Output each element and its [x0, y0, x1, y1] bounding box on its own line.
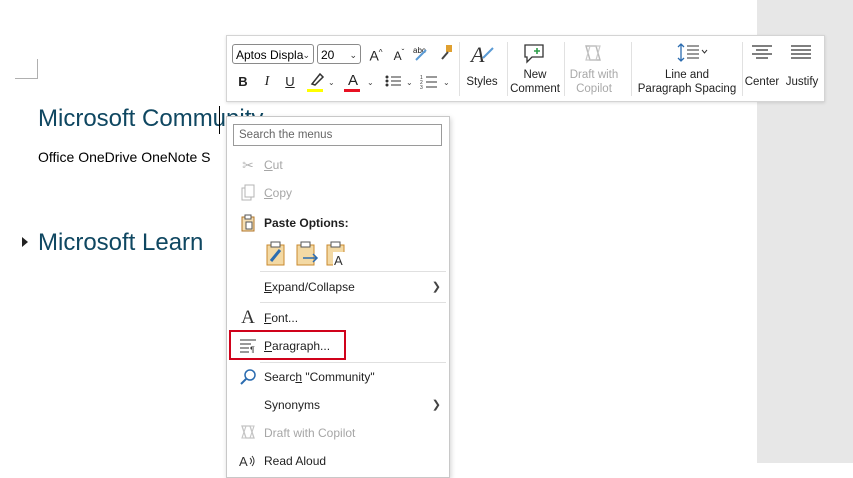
new-comment-label-line1: New [523, 69, 547, 81]
grow-font-icon[interactable]: A^ [366, 44, 386, 65]
menu-item-draft-copilot: Draft with Copilot [227, 421, 449, 445]
styles-label[interactable]: Styles [463, 75, 501, 89]
center-label[interactable]: Center [742, 75, 782, 89]
paragraph-highlight-box [229, 330, 346, 360]
menu-item-synonyms[interactable]: Synonyms ❯ [227, 393, 449, 417]
menu-item-paste-options: Paste Options: [227, 211, 449, 235]
menu-item-read-aloud[interactable]: A Read Aloud [227, 449, 449, 473]
chevron-down-icon[interactable]: ⌄ [406, 78, 413, 87]
styles-icon[interactable]: A [467, 42, 497, 68]
highlight-color-swatch [307, 89, 323, 92]
draft-with-copilot-label: Draft with Copilot [565, 68, 623, 96]
doc-body-line[interactable]: Office OneDrive OneNote S [38, 149, 210, 165]
menu-item-cut: ✂ Cut [227, 153, 449, 177]
menu-divider [260, 362, 446, 363]
bold-button[interactable]: B [235, 73, 251, 91]
page-corner-mark-h [15, 78, 38, 79]
mini-toolbar: Aptos Displa ⌄ 20 ⌄ A^ Aˇ abc B I U ⌄ A … [226, 35, 825, 102]
svg-text:A: A [469, 42, 485, 67]
copy-icon [239, 184, 257, 202]
copilot-icon [239, 424, 257, 442]
align-center-icon[interactable] [749, 44, 775, 64]
menu-item-search-community[interactable]: Search "Community" [227, 365, 449, 389]
font-icon: A [241, 307, 255, 328]
menu-item-cut-label: Cut [264, 158, 283, 172]
svg-text:A: A [239, 454, 248, 468]
menu-item-font-label: Font... [264, 311, 299, 325]
menu-divider [260, 302, 446, 303]
doc-heading-learn[interactable]: Microsoft Learn [38, 229, 203, 257]
font-size-dropdown[interactable]: 20 ⌄ [317, 44, 361, 64]
paste-keep-source-formatting-icon[interactable] [265, 241, 287, 267]
justify-icon[interactable] [788, 44, 814, 64]
svg-text:A: A [334, 253, 343, 267]
line-spacing-line1: Line and [664, 69, 710, 81]
text-cursor [219, 106, 220, 134]
search-menus-placeholder: Search the menus [239, 129, 333, 141]
paste-merge-formatting-icon[interactable] [295, 241, 319, 267]
svg-text:3: 3 [420, 85, 423, 89]
menu-item-expand-collapse[interactable]: Expand/Collapse ❯ [227, 275, 449, 299]
scissors-icon: ✂ [242, 157, 254, 173]
copilot-icon [580, 42, 606, 66]
paste-options-label: Paste Options: [264, 216, 349, 230]
chevron-down-icon[interactable]: ⌄ [328, 78, 335, 87]
read-aloud-icon: A [239, 452, 257, 470]
menu-item-copy-label: Copy [264, 186, 293, 200]
chevron-down-icon[interactable]: ⌄ [367, 78, 374, 87]
page-corner-mark [37, 59, 38, 79]
format-painter-icon[interactable] [436, 43, 456, 65]
chevron-down-icon: ⌄ [349, 50, 357, 60]
font-color-swatch [344, 89, 360, 92]
draft-copilot-line1: Draft with [569, 69, 619, 81]
draft-copilot-line2: Copilot [576, 83, 612, 95]
shrink-font-icon[interactable]: Aˇ [389, 44, 409, 65]
justify-label[interactable]: Justify [783, 75, 821, 89]
numbering-icon[interactable]: 123 [419, 73, 439, 93]
submenu-arrow-icon: ❯ [431, 399, 441, 411]
search-menus-input[interactable]: Search the menus [233, 124, 442, 146]
clipboard-icon [239, 214, 257, 232]
chevron-down-icon: ⌄ [302, 50, 310, 60]
menu-item-read-aloud-label: Read Aloud [264, 454, 327, 468]
menu-item-synonyms-label: Synonyms [264, 398, 321, 412]
menu-item-font[interactable]: A Font... [227, 306, 449, 330]
paste-keep-text-only-icon[interactable]: A [325, 241, 347, 268]
menu-item-search-label: Search "Community" [264, 370, 375, 384]
underline-button[interactable]: U [282, 73, 298, 91]
toolbar-separator [459, 42, 460, 96]
italic-button[interactable]: I [259, 73, 275, 91]
new-comment-label[interactable]: New Comment [507, 68, 563, 96]
menu-item-expand-label: Expand/Collapse [264, 280, 355, 294]
highlight-color-button[interactable] [306, 71, 328, 91]
line-paragraph-spacing-label[interactable]: Line and Paragraph Spacing [632, 68, 742, 96]
submenu-arrow-icon: ❯ [431, 281, 441, 293]
new-comment-icon[interactable] [521, 42, 547, 66]
collapse-triangle-icon[interactable] [22, 237, 28, 247]
new-comment-label-line2: Comment [510, 83, 560, 95]
font-size-value: 20 [321, 48, 335, 62]
line-spacing-icon[interactable] [675, 42, 709, 64]
context-menu: Search the menus ✂ Cut Copy Paste Option… [226, 116, 450, 478]
line-spacing-line2: Paragraph Spacing [637, 83, 737, 95]
menu-item-copy: Copy [227, 181, 449, 205]
menu-item-draft-copilot-label: Draft with Copilot [264, 426, 356, 440]
menu-divider [260, 271, 446, 272]
chevron-down-icon[interactable]: ⌄ [443, 78, 450, 87]
bullets-icon[interactable] [383, 73, 403, 93]
font-name-dropdown[interactable]: Aptos Displa ⌄ [232, 44, 314, 64]
font-color-button[interactable]: A [343, 72, 363, 90]
font-name-value: Aptos Displa [236, 48, 304, 62]
search-icon [239, 368, 257, 386]
